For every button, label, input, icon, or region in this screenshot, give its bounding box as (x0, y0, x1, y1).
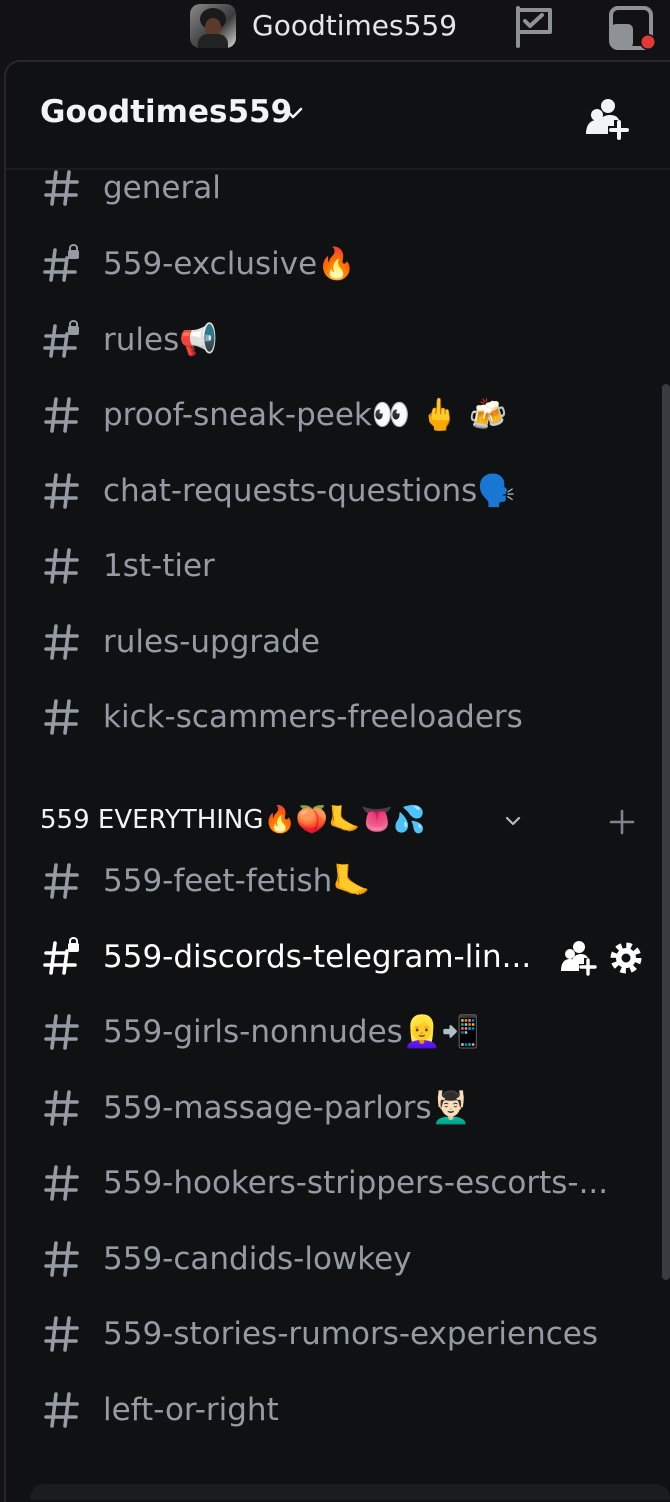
channel-chat-requests-questions[interactable]: chat-requests-questions🗣️ (6, 458, 670, 524)
channel-559-stories-rumors-experiences[interactable]: 559-stories-rumors-experiences (6, 1301, 670, 1367)
hash-icon (44, 1165, 79, 1201)
channel-rules-upgrade[interactable]: rules-upgrade (6, 609, 670, 675)
chevron-down-icon[interactable] (282, 104, 304, 122)
hash-icon (44, 1014, 79, 1050)
flag-icon[interactable] (512, 4, 554, 48)
channel-name: 559-candids-lowkey (103, 1241, 412, 1277)
hash-icon (44, 473, 79, 509)
channel-name: chat-requests-questions🗣️ (103, 473, 516, 509)
hash-icon (44, 548, 79, 584)
channel-name: kick-scammers-freeloaders (103, 699, 523, 735)
hash-icon (44, 1392, 79, 1428)
channel-name: 559-massage-parlors💆🏻‍♂️ (103, 1090, 471, 1126)
locked-hash-icon (43, 937, 79, 975)
channel-name: 559-feet-fetish🦶 (103, 863, 371, 899)
locked-hash-icon (43, 320, 79, 358)
inbox-icon[interactable] (608, 4, 660, 52)
channel-name: 559-discords-telegram-lin... (103, 939, 532, 975)
channel-proof-sneak-peek[interactable]: proof-sneak-peek👀 🖕 🍻 (6, 382, 670, 448)
channel-actions (561, 941, 642, 976)
hash-icon (44, 1090, 79, 1126)
channel-name: general (103, 170, 221, 206)
hash-icon (44, 397, 79, 433)
category-header[interactable]: 559 EVERYTHING🔥🍑🦶👅💦 (6, 792, 670, 848)
channel-name: rules-upgrade (103, 624, 320, 660)
channel-559-feet-fetish[interactable]: 559-feet-fetish🦶 (6, 848, 670, 914)
server-name[interactable]: Goodtimes559 (40, 94, 292, 130)
add-member-icon[interactable] (584, 96, 632, 140)
top-bar-title[interactable]: Goodtimes559 (252, 6, 457, 46)
server-header[interactable]: Goodtimes559 (6, 62, 670, 170)
bottom-sheet-edge (30, 1484, 670, 1500)
hash-icon (44, 624, 79, 660)
gear-icon[interactable] (610, 942, 642, 974)
channel-name: left-or-right (103, 1392, 279, 1428)
channel-general[interactable]: general (6, 155, 670, 221)
hash-icon (44, 863, 79, 899)
channel-559-massage-parlors[interactable]: 559-massage-parlors💆🏻‍♂️ (6, 1075, 670, 1141)
hash-icon (44, 1241, 79, 1277)
scrollbar[interactable] (662, 384, 670, 1280)
channel-name: 559-exclusive🔥 (103, 246, 356, 282)
channel-name: 559-stories-rumors-experiences (103, 1316, 599, 1352)
channel-name: rules📢 (103, 322, 218, 358)
channel-name: 1st-tier (103, 548, 215, 584)
chevron-down-icon[interactable] (504, 814, 522, 828)
plus-icon[interactable] (608, 808, 636, 836)
channel-559-girls-nonnudes[interactable]: 559-girls-nonnudes👱‍♀️📲 (6, 999, 670, 1065)
channel-left-or-right[interactable]: left-or-right (6, 1377, 670, 1443)
hash-icon (44, 699, 79, 735)
user-avatar[interactable] (190, 4, 236, 48)
channel-name: proof-sneak-peek👀 🖕 🍻 (103, 397, 508, 433)
channel-name: 559-girls-nonnudes👱‍♀️📲 (103, 1014, 480, 1050)
channel-name: 559-hookers-strippers-escorts-... (103, 1165, 609, 1201)
channel-559-candids-lowkey[interactable]: 559-candids-lowkey (6, 1226, 670, 1292)
channel-sidebar: Goodtimes559 general 559-exclusive🔥 rule… (4, 60, 670, 1502)
top-bar: Goodtimes559 (0, 0, 670, 56)
channel-kick-scammers-freeloaders[interactable]: kick-scammers-freeloaders (6, 684, 670, 750)
channel-rules[interactable]: rules📢 (6, 307, 670, 373)
add-member-icon[interactable] (561, 941, 597, 976)
locked-hash-icon (43, 244, 79, 282)
channel-559-exclusive[interactable]: 559-exclusive🔥 (6, 231, 670, 297)
channel-1st-tier[interactable]: 1st-tier (6, 533, 670, 599)
hash-icon (44, 170, 79, 206)
category-name[interactable]: 559 EVERYTHING🔥🍑🦶👅💦 (40, 800, 425, 840)
hash-icon (44, 1316, 79, 1352)
channel-559-discords-telegram-links[interactable]: 559-discords-telegram-lin... (6, 924, 670, 990)
channel-559-hookers-strippers-escorts[interactable]: 559-hookers-strippers-escorts-... (6, 1150, 670, 1216)
